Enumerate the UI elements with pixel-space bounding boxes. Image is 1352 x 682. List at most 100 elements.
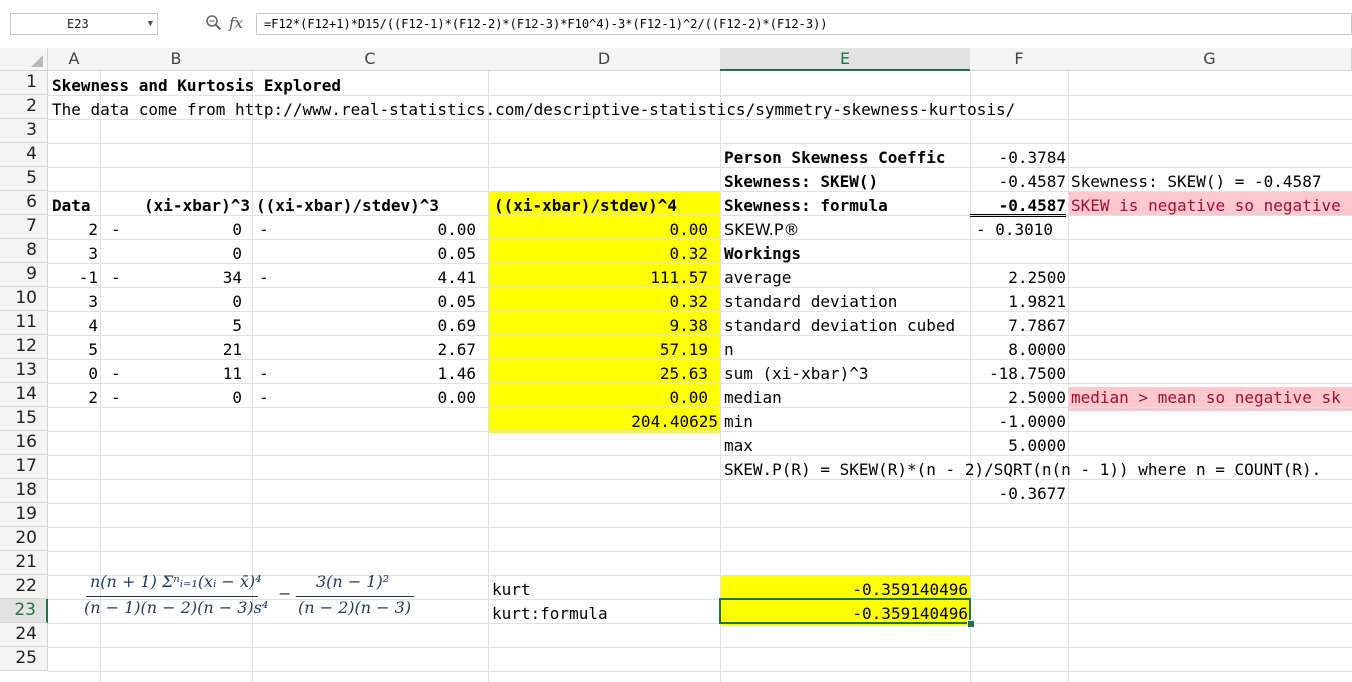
row-header-13[interactable]: 13	[0, 359, 48, 383]
cell-b8[interactable]: 0	[100, 242, 242, 266]
cell-e6[interactable]: Skewness: formula	[724, 194, 888, 218]
cell-d22[interactable]: kurt	[492, 578, 531, 602]
kurtosis-formula-image[interactable]: n(n + 1) Σⁿᵢ₌₁(xᵢ − x̄)⁴ (n − 1)(n − 2)(…	[84, 572, 424, 622]
cell-f14[interactable]: 2.5000	[970, 386, 1066, 410]
cell-e10[interactable]: standard deviation	[724, 290, 897, 314]
row-header-25[interactable]: 25	[0, 647, 48, 671]
cell-e4[interactable]: Person Skewness Coeffic	[724, 146, 968, 170]
row-header-9[interactable]: 9	[0, 263, 48, 287]
insert-function-icon[interactable]: fx	[229, 13, 243, 33]
row-header-8[interactable]: 8	[0, 239, 48, 263]
cell-a12[interactable]: 5	[48, 338, 98, 362]
cell-c8[interactable]: 0.05	[252, 242, 476, 266]
cell-d14[interactable]: 0.00	[488, 386, 708, 410]
row-header-16[interactable]: 16	[0, 431, 48, 455]
row-header-2[interactable]: 2	[0, 95, 48, 119]
column-header-a[interactable]: A	[48, 48, 101, 71]
formula-input[interactable]: =F12*(F12+1)*D15/((F12-1)*(F12-2)*(F12-3…	[256, 13, 1352, 35]
row-header-1[interactable]: 1	[0, 71, 48, 95]
cell-e14[interactable]: median	[724, 386, 782, 410]
row-header-10[interactable]: 10	[0, 287, 48, 311]
row-header-4[interactable]: 4	[0, 143, 48, 167]
column-header-f[interactable]: F	[970, 48, 1069, 71]
cell-c11[interactable]: 0.69	[252, 314, 476, 338]
cell-b12[interactable]: 21	[100, 338, 242, 362]
worksheet-grid[interactable]: A B C D E F G 1 2 3 4 5 6 7 8 9 10 11 12…	[0, 48, 1352, 682]
cell-f9[interactable]: 2.2500	[970, 266, 1066, 290]
active-cell-selection[interactable]	[719, 598, 971, 624]
cell-e5[interactable]: Skewness: SKEW()	[724, 170, 878, 194]
row-header-15[interactable]: 15	[0, 407, 48, 431]
cell-c7[interactable]: 0.00	[252, 218, 476, 242]
cell-a14[interactable]: 2	[48, 386, 98, 410]
cell-c13[interactable]: 1.46	[252, 362, 476, 386]
cell-e11[interactable]: standard deviation cubed	[724, 314, 955, 338]
cell-f5[interactable]: -0.4587	[970, 170, 1066, 194]
cell-c10[interactable]: 0.05	[252, 290, 476, 314]
row-header-6[interactable]: 6	[0, 191, 48, 215]
cell-f18[interactable]: -0.3677	[970, 482, 1066, 506]
cell-d12[interactable]: 57.19	[488, 338, 708, 362]
cell-a11[interactable]: 4	[48, 314, 98, 338]
column-header-c[interactable]: C	[252, 48, 489, 71]
cell-c14[interactable]: 0.00	[252, 386, 476, 410]
cell-f16[interactable]: 5.0000	[970, 434, 1066, 458]
cell-d11[interactable]: 9.38	[488, 314, 708, 338]
row-header-5[interactable]: 5	[0, 167, 48, 191]
cell-b14[interactable]: 0	[100, 386, 242, 410]
cell-d15[interactable]: 204.40625	[488, 410, 718, 434]
cell-b9[interactable]: 34	[100, 266, 242, 290]
cell-f7[interactable]: - 0.3010	[976, 218, 1053, 242]
cell-f11[interactable]: 7.7867	[970, 314, 1066, 338]
cell-d7[interactable]: 0.00	[488, 218, 708, 242]
row-header-17[interactable]: 17	[0, 455, 48, 479]
cell-a7[interactable]: 2	[48, 218, 98, 242]
cell-f12[interactable]: 8.0000	[970, 338, 1066, 362]
cell-d10[interactable]: 0.32	[488, 290, 708, 314]
cell-d9[interactable]: 111.57	[488, 266, 708, 290]
row-header-14[interactable]: 14	[0, 383, 48, 407]
column-header-b[interactable]: B	[100, 48, 253, 71]
row-header-19[interactable]: 19	[0, 503, 48, 527]
cell-e12[interactable]: n	[724, 338, 734, 362]
row-header-21[interactable]: 21	[0, 551, 48, 575]
cell-b11[interactable]: 5	[100, 314, 242, 338]
row-header-11[interactable]: 11	[0, 311, 48, 335]
cell-a2-source[interactable]: The data come from http://www.real-stati…	[52, 98, 1015, 122]
row-header-18[interactable]: 18	[0, 479, 48, 503]
row-header-7[interactable]: 7	[0, 215, 48, 239]
row-header-22[interactable]: 22	[0, 575, 48, 599]
cell-d8[interactable]: 0.32	[488, 242, 708, 266]
cell-c12[interactable]: 2.67	[252, 338, 476, 362]
column-header-g[interactable]: G	[1068, 48, 1352, 71]
cell-b7[interactable]: 0	[100, 218, 242, 242]
column-header-d[interactable]: D	[488, 48, 721, 71]
cell-b13[interactable]: 11	[100, 362, 242, 386]
chevron-down-icon[interactable]: ▼	[148, 14, 153, 34]
cell-e7[interactable]: SKEW.P®	[724, 218, 799, 242]
cell-f10[interactable]: 1.9821	[970, 290, 1066, 314]
cell-e17[interactable]: SKEW.P(R) = SKEW(R)*(n - 2)/SQRT(n(n - 1…	[724, 458, 1321, 482]
cell-b6[interactable]: (xi-xbar)^3	[100, 194, 250, 218]
cell-e9[interactable]: average	[724, 266, 791, 290]
cell-g14[interactable]: median > mean so negative sk	[1071, 386, 1341, 410]
cell-a1-title[interactable]: Skewness and Kurtosis Explored	[52, 74, 341, 98]
cell-a10[interactable]: 3	[48, 290, 98, 314]
cell-g5[interactable]: Skewness: SKEW() = -0.4587	[1071, 170, 1321, 194]
cell-e13[interactable]: sum (xi-xbar)^3	[724, 362, 869, 386]
column-header-e[interactable]: E	[720, 48, 971, 71]
cell-f15[interactable]: -1.0000	[970, 410, 1066, 434]
row-header-12[interactable]: 12	[0, 335, 48, 359]
row-header-3[interactable]: 3	[0, 119, 48, 143]
cell-d6[interactable]: ((xi-xbar)/stdev)^4	[494, 194, 677, 218]
cell-a6[interactable]: Data	[52, 194, 91, 218]
cell-f13[interactable]: -18.7500	[970, 362, 1066, 386]
cell-a13[interactable]: 0	[48, 362, 98, 386]
cell-f4[interactable]: -0.3784	[970, 146, 1066, 170]
cell-e15[interactable]: min	[724, 410, 753, 434]
cell-b10[interactable]: 0	[100, 290, 242, 314]
name-box[interactable]: E23 ▼	[10, 13, 158, 35]
cell-e16[interactable]: max	[724, 434, 753, 458]
row-header-20[interactable]: 20	[0, 527, 48, 551]
cell-g6[interactable]: SKEW is negative so negative	[1071, 194, 1341, 218]
